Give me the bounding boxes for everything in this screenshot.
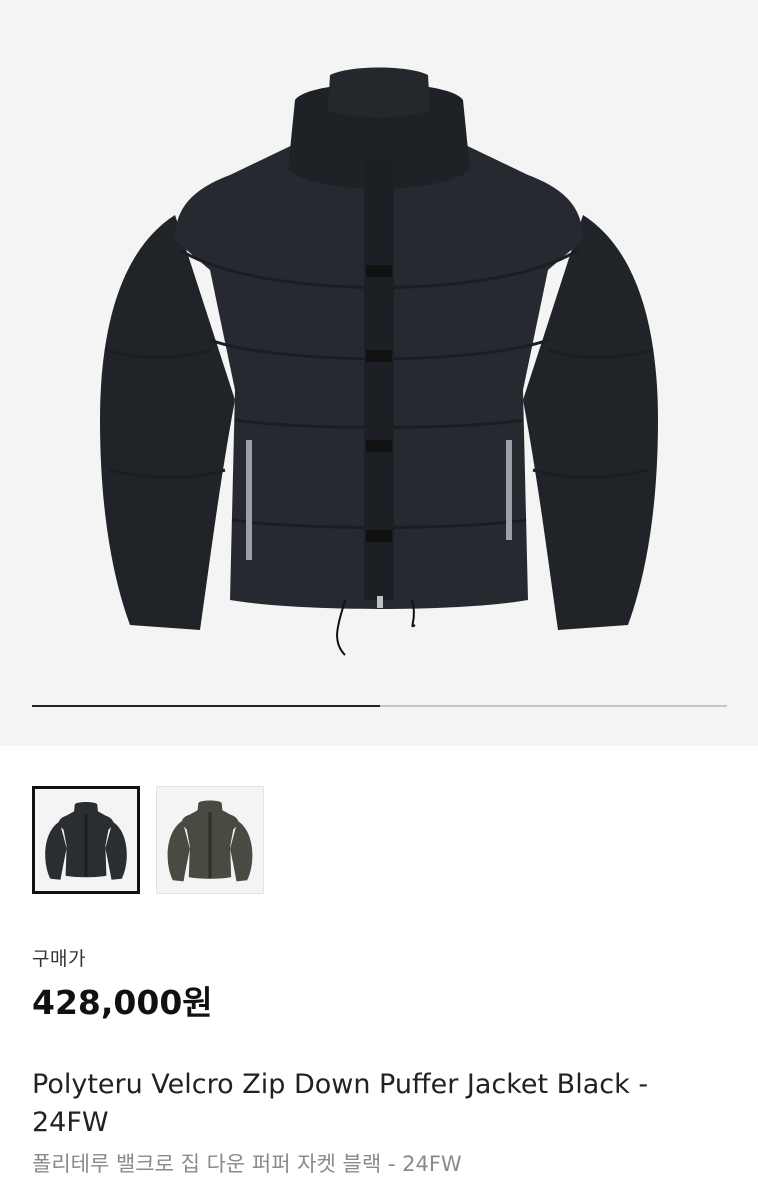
- thumbnail-list: [32, 786, 264, 894]
- thumbnail-olive[interactable]: [156, 786, 264, 894]
- price-label: 구매가: [32, 948, 86, 970]
- product-title: Polyteru Velcro Zip Down Puffer Jacket B…: [32, 1069, 649, 1138]
- product-title-korean: 폴리테루 밸크로 집 다운 퍼퍼 자켓 블랙 - 24FW: [32, 1152, 462, 1176]
- jacket-thumbnail-image: [45, 802, 127, 880]
- thumbnail-black[interactable]: [32, 786, 140, 894]
- jacket-image: [100, 67, 658, 656]
- image-progress-indicator: [32, 705, 380, 707]
- image-progress-track: [32, 705, 727, 707]
- product-image-carousel[interactable]: [0, 0, 758, 746]
- jacket-thumbnail-image: [167, 800, 253, 882]
- product-price: 428,000원: [32, 983, 213, 1022]
